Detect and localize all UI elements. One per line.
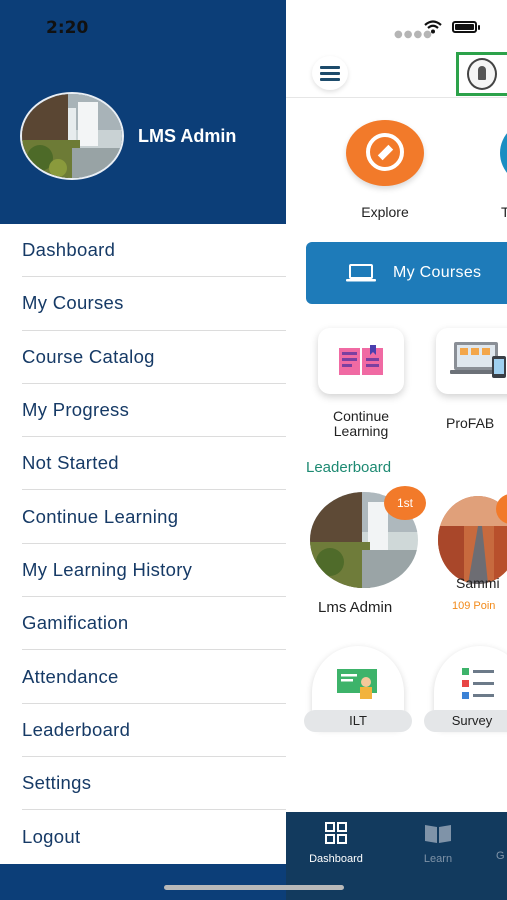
compass-icon: [366, 133, 404, 171]
menu-item-my-learning-history[interactable]: My Learning History: [22, 544, 286, 598]
menu-item-not-started[interactable]: Not Started: [22, 437, 286, 491]
status-time: 2:20: [46, 18, 89, 38]
survey-label: Survey: [424, 710, 507, 732]
dashboard-screen: ●●●● Explore T My Courses Continue Learn…: [286, 0, 507, 900]
tab-learn-label: Learn: [423, 853, 453, 865]
profab-icon: [450, 342, 506, 378]
menu-item-dashboard[interactable]: Dashboard: [22, 224, 286, 278]
rank-badge-1: 1st: [384, 486, 426, 520]
learn-book-icon: [425, 825, 451, 843]
tab-third[interactable]: G: [496, 822, 507, 862]
ilt-label: ILT: [304, 710, 412, 732]
my-courses-label: My Courses: [393, 264, 482, 281]
menu-item-continue-learning[interactable]: Continue Learning: [22, 490, 286, 544]
tab-learn[interactable]: Learn: [406, 822, 470, 865]
dashboard-grid-icon: [325, 822, 347, 844]
hamburger-menu-button[interactable]: [312, 56, 348, 90]
tab-dashboard-label: Dashboard: [309, 853, 363, 865]
home-indicator[interactable]: [164, 885, 344, 890]
profab-tile[interactable]: [436, 328, 507, 394]
laptop-icon: [346, 264, 376, 282]
my-courses-button[interactable]: My Courses: [306, 242, 507, 304]
second-quick-link-label: T: [501, 204, 507, 220]
explore-label: Explore: [361, 204, 409, 220]
tab-dashboard[interactable]: Dashboard: [300, 822, 372, 865]
tab-third-label: G: [496, 850, 505, 862]
menu-item-logout[interactable]: Logout: [22, 810, 286, 863]
menu-item-attendance[interactable]: Attendance: [22, 650, 286, 704]
profab-label: ProFAB: [446, 415, 495, 431]
profile-name: LMS Admin: [138, 126, 237, 146]
organization-logo: [456, 52, 507, 96]
leaderboard-points-2: 109 Poin: [452, 600, 496, 612]
leaderboard-name-1: Lms Admin: [318, 599, 393, 616]
leaderboard-name-2: Sammi: [456, 575, 500, 591]
second-quick-link-button[interactable]: [500, 120, 507, 186]
menu-item-settings[interactable]: Settings: [22, 757, 286, 811]
leaderboard-heading: Leaderboard: [306, 459, 392, 476]
navigation-drawer: 2:20 LMS Admin Dashboard My Courses Cour…: [0, 0, 286, 900]
menu-item-my-progress[interactable]: My Progress: [22, 384, 286, 438]
continue-learning-label: Continue Learning: [332, 408, 390, 439]
wifi-icon: [424, 20, 442, 34]
menu-item-leaderboard[interactable]: Leaderboard: [22, 704, 286, 757]
menu-item-my-courses[interactable]: My Courses: [22, 277, 286, 331]
book-icon: [339, 345, 383, 375]
status-bar-right: ●●●●: [286, 0, 507, 46]
app-header: [286, 46, 507, 98]
menu-item-gamification[interactable]: Gamification: [22, 597, 286, 651]
continue-learning-tile[interactable]: [318, 328, 404, 394]
battery-icon: [452, 21, 480, 33]
hamburger-icon: [320, 65, 340, 69]
avatar[interactable]: [20, 92, 124, 180]
menu-item-course-catalog[interactable]: Course Catalog: [22, 331, 286, 384]
explore-button[interactable]: [346, 120, 424, 186]
drawer-menu: Dashboard My Courses Course Catalog My P…: [0, 224, 286, 864]
survey-icon: [462, 668, 494, 699]
ilt-icon: [337, 669, 377, 699]
